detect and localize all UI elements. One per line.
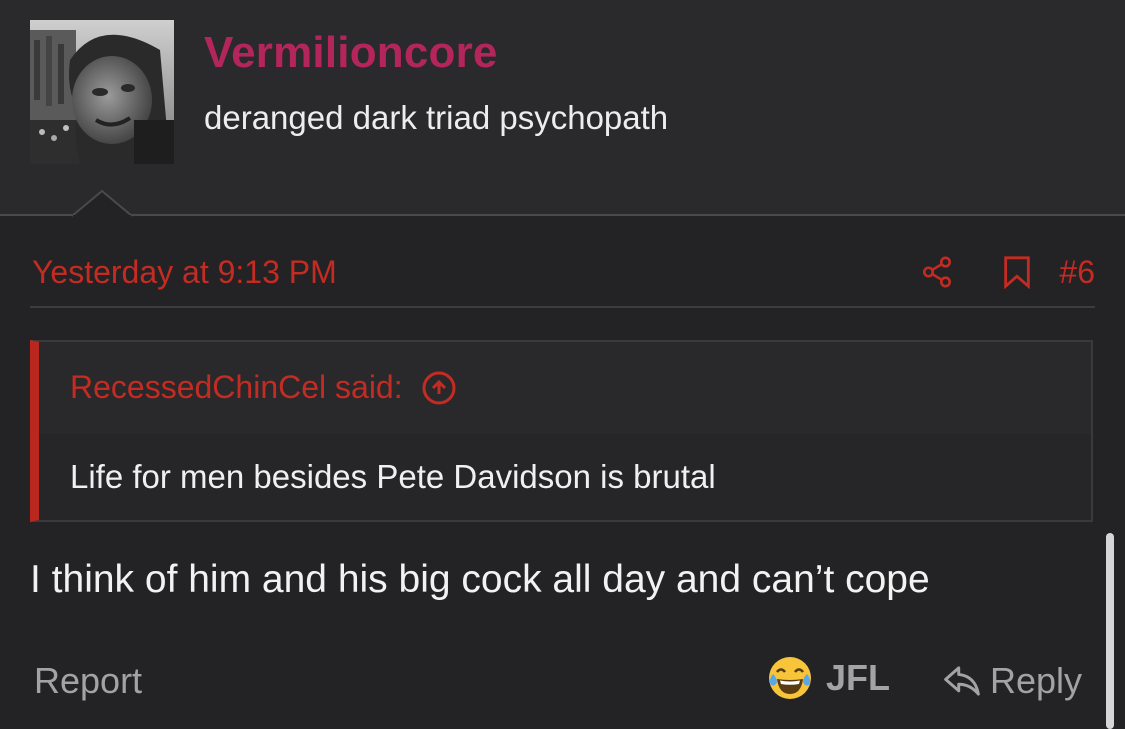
- reply-button[interactable]: Reply: [942, 660, 1082, 702]
- header-divider: [0, 214, 1125, 216]
- user-header: Vermilioncore deranged dark triad psycho…: [0, 0, 1125, 216]
- quote-header: RecessedChinCel said:: [39, 342, 1091, 434]
- message-text: I think of him and his big cock all day …: [30, 558, 930, 601]
- bookmark-icon[interactable]: [997, 252, 1037, 292]
- report-link[interactable]: Report: [34, 660, 142, 702]
- laughing-crying-emoji-icon: [769, 657, 811, 699]
- header-pointer-arrow: [72, 190, 132, 218]
- username[interactable]: Vermilioncore: [204, 28, 498, 78]
- reply-label: Reply: [990, 660, 1083, 701]
- reply-arrow-icon: [944, 666, 980, 696]
- quote-block: RecessedChinCel said: Life for men besid…: [30, 340, 1093, 522]
- reaction-button[interactable]: JFL: [766, 654, 890, 702]
- message-date[interactable]: Yesterday at 9:13 PM: [32, 254, 337, 291]
- post-number-link[interactable]: #6: [1059, 254, 1095, 291]
- share-icon[interactable]: [917, 252, 957, 292]
- scrollbar[interactable]: [1106, 533, 1114, 729]
- quote-author: RecessedChinCel said:: [70, 369, 403, 405]
- quote-author-link[interactable]: RecessedChinCel said:: [70, 369, 457, 406]
- message-actions: #6: [917, 252, 1095, 292]
- arrow-up-circle-icon[interactable]: [421, 370, 457, 406]
- avatar-image: [30, 20, 174, 164]
- reaction-label: JFL: [826, 657, 891, 698]
- quote-text: Life for men besides Pete Davidson is br…: [70, 458, 716, 495]
- user-avatar[interactable]: [30, 20, 174, 164]
- user-title: deranged dark triad psychopath: [204, 99, 669, 136]
- message-attribution: Yesterday at 9:13 PM #6: [30, 240, 1095, 308]
